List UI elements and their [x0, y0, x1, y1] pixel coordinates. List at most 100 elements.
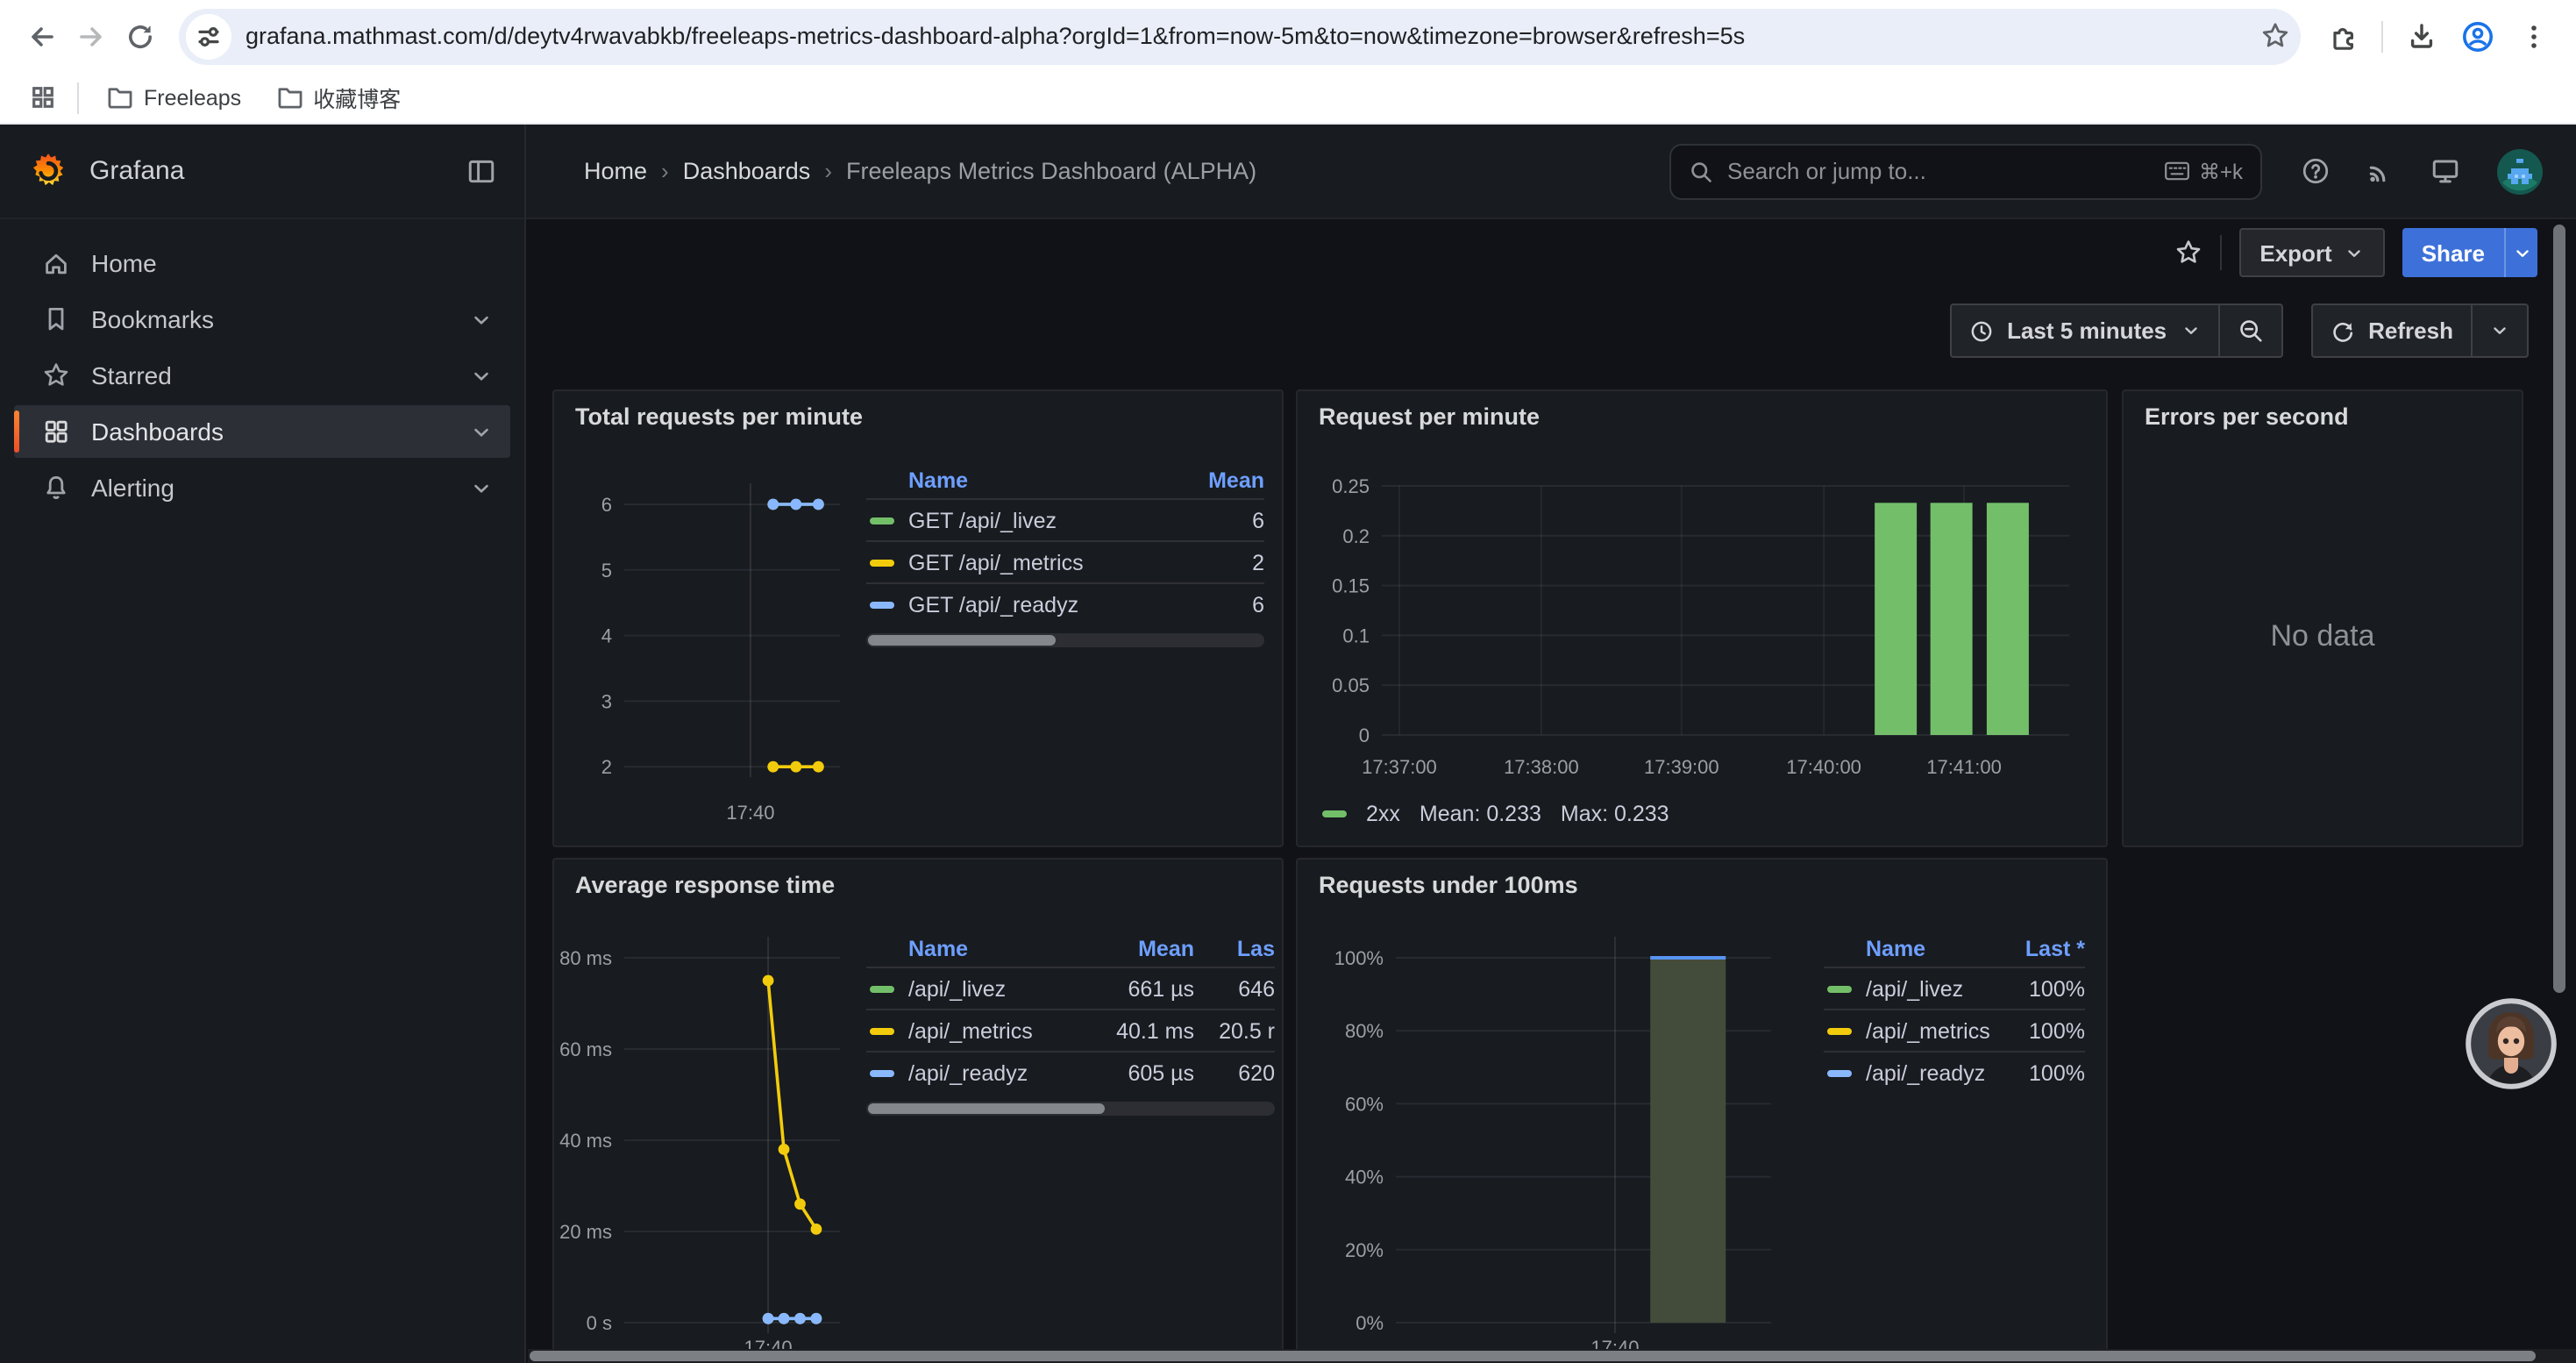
- share-button[interactable]: Share: [2402, 228, 2504, 277]
- panel-title[interactable]: Errors per second: [2124, 391, 2522, 442]
- zoom-out-button[interactable]: [2217, 305, 2281, 356]
- rss-icon[interactable]: [2366, 156, 2395, 186]
- sidebar-item-label: Alerting: [91, 474, 174, 502]
- reload-button[interactable]: [116, 11, 165, 61]
- share-split-button: Share: [2402, 228, 2537, 277]
- svg-text:60 ms: 60 ms: [559, 1038, 612, 1060]
- breadcrumb-dashboards[interactable]: Dashboards: [683, 158, 811, 184]
- svg-text:20%: 20%: [1345, 1239, 1384, 1261]
- legend-row[interactable]: /api/_metrics 40.1 ms 20.5 r: [866, 1009, 1275, 1051]
- bookmark-folder-blogs[interactable]: 收藏博客: [262, 75, 415, 119]
- help-icon[interactable]: [2301, 156, 2330, 186]
- svg-text:0%: 0%: [1356, 1312, 1384, 1334]
- line-chart[interactable]: 6543217:40: [554, 454, 857, 847]
- legend-header-name[interactable]: Name: [1824, 936, 1994, 960]
- svg-text:40 ms: 40 ms: [559, 1130, 612, 1152]
- legend-row[interactable]: /api/_livez 100%: [1824, 967, 2085, 1009]
- url-bar[interactable]: grafana.mathmast.com/d/deytv4rwavabkb/fr…: [179, 8, 2301, 64]
- keyboard-icon: [2164, 161, 2190, 181]
- browser-menu-button[interactable]: [2509, 11, 2558, 61]
- dashboard-actions: Export Share: [2174, 226, 2537, 279]
- grafana-logo[interactable]: [28, 151, 68, 191]
- line-chart[interactable]: 80 ms60 ms40 ms20 ms0 s17:40: [554, 923, 857, 1363]
- legend-row[interactable]: GET /api/_readyz 6: [866, 582, 1264, 624]
- export-button[interactable]: Export: [2238, 228, 2384, 277]
- url-text[interactable]: grafana.mathmast.com/d/deytv4rwavabkb/fr…: [246, 23, 2260, 49]
- user-avatar[interactable]: [2495, 146, 2544, 196]
- search-input[interactable]: [1727, 158, 2164, 184]
- legend-header-last[interactable]: Last *: [1994, 936, 2085, 960]
- chart-legend[interactable]: 2xx Mean: 0.233 Max: 0.233: [1322, 802, 1669, 826]
- home-icon: [42, 249, 70, 277]
- panel-title[interactable]: Total requests per minute: [554, 391, 1282, 442]
- legend-row[interactable]: GET /api/_metrics 2: [866, 540, 1264, 582]
- chevron-down-icon: [470, 364, 493, 387]
- legend-header-name[interactable]: Name: [866, 467, 1180, 492]
- legend-row[interactable]: GET /api/_livez 6: [866, 498, 1264, 540]
- bell-icon: [42, 474, 70, 502]
- legend-header-mean[interactable]: Mean: [1089, 936, 1194, 960]
- area-chart[interactable]: 100%80%60%40%20%0%17:40: [1298, 923, 1806, 1363]
- legend-header-mean[interactable]: Mean: [1180, 467, 1264, 492]
- bookmark-star-button[interactable]: [2260, 21, 2290, 51]
- star-icon: [2260, 21, 2290, 51]
- panel-title[interactable]: Average response time: [554, 860, 1282, 910]
- clock-icon: [1968, 318, 1993, 343]
- svg-text:17:39:00: 17:39:00: [1644, 756, 1719, 778]
- chevron-down-icon: [2181, 321, 2200, 340]
- share-menu-button[interactable]: [2504, 228, 2537, 277]
- no-data-message: No data: [2124, 619, 2522, 654]
- sidebar-item-bookmarks[interactable]: Bookmarks: [14, 293, 510, 346]
- panel-title[interactable]: Requests under 100ms: [1298, 860, 2106, 910]
- svg-text:3: 3: [601, 690, 612, 712]
- monitor-icon[interactable]: [2430, 156, 2460, 186]
- sidebar-item-label: Starred: [91, 361, 172, 389]
- forward-button[interactable]: [67, 11, 116, 61]
- legend-row[interactable]: /api/_readyz 100%: [1824, 1051, 2085, 1093]
- legend-header-last[interactable]: Las: [1194, 936, 1275, 960]
- bar-chart[interactable]: 0.250.20.150.10.05017:37:0017:38:0017:39…: [1298, 454, 2096, 812]
- legend-row[interactable]: /api/_metrics 100%: [1824, 1009, 2085, 1051]
- refresh-button[interactable]: Refresh: [2312, 305, 2471, 356]
- sidebar-item-dashboards[interactable]: Dashboards: [14, 405, 510, 458]
- favorite-star-icon[interactable]: [2174, 239, 2202, 267]
- search-box[interactable]: ⌘+k: [1669, 143, 2262, 199]
- search-shortcut: ⌘+k: [2164, 159, 2243, 183]
- chevron-down-icon: [470, 476, 493, 499]
- profile-button[interactable]: [2453, 11, 2502, 61]
- back-button[interactable]: [18, 11, 67, 61]
- legend-row[interactable]: /api/_livez 661 µs 646: [866, 967, 1275, 1009]
- bookmark-label: Freeleaps: [144, 85, 241, 110]
- assistant-avatar[interactable]: [2466, 998, 2557, 1089]
- time-range-button[interactable]: Last 5 minutes: [1951, 305, 2217, 356]
- bookmark-folder-freeleaps[interactable]: Freeleaps: [93, 80, 255, 115]
- dock-menu-button[interactable]: [466, 156, 496, 186]
- screen: grafana.mathmast.com/d/deytv4rwavabkb/fr…: [0, 0, 2576, 1363]
- legend-scrollbar[interactable]: [866, 1102, 1275, 1116]
- svg-text:20 ms: 20 ms: [559, 1221, 612, 1243]
- legend-scrollbar[interactable]: [866, 633, 1264, 647]
- refresh-interval-button[interactable]: [2471, 305, 2527, 356]
- extensions-button[interactable]: [2318, 11, 2367, 61]
- time-controls: Last 5 minutes Refresh: [1949, 303, 2529, 358]
- legend-row[interactable]: /api/_readyz 605 µs 620: [866, 1051, 1275, 1093]
- breadcrumb-home[interactable]: Home: [584, 158, 647, 184]
- horizontal-scrollbar-thumb[interactable]: [530, 1351, 2536, 1361]
- sidebar-item-label: Dashboards: [91, 417, 224, 446]
- downloads-button[interactable]: [2397, 11, 2446, 61]
- svg-text:17:40: 17:40: [726, 802, 774, 824]
- series-swatch: [870, 559, 894, 566]
- sidebar-item-home[interactable]: Home: [14, 237, 510, 289]
- apps-button[interactable]: [21, 76, 63, 118]
- vertical-scrollbar[interactable]: [2553, 225, 2565, 993]
- legend-header-name[interactable]: Name: [866, 936, 1089, 960]
- panel-title[interactable]: Request per minute: [1298, 391, 2106, 442]
- horizontal-scrollbar[interactable]: [528, 1349, 2576, 1363]
- legend-scrollbar-thumb[interactable]: [868, 635, 1055, 646]
- sidebar-item-starred[interactable]: Starred: [14, 349, 510, 402]
- site-info-button[interactable]: [186, 13, 231, 59]
- series-swatch: [870, 1027, 894, 1034]
- apps-grid-icon: [29, 84, 55, 111]
- sidebar-item-alerting[interactable]: Alerting: [14, 461, 510, 514]
- legend-scrollbar-thumb[interactable]: [868, 1103, 1105, 1114]
